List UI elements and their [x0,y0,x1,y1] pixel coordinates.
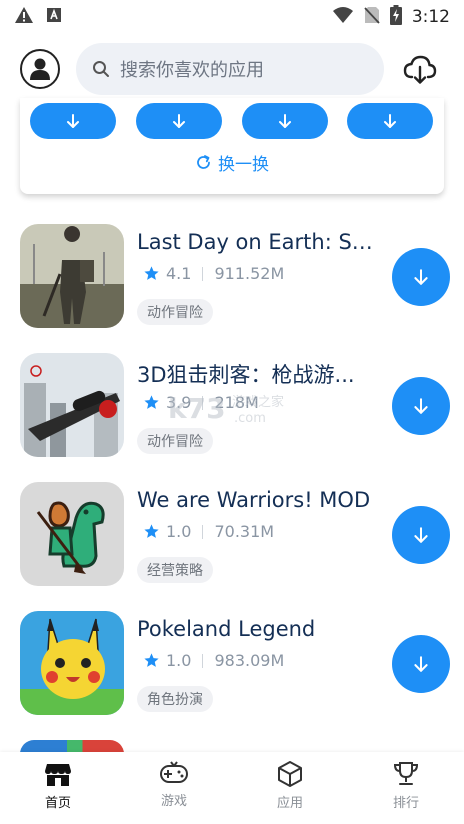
notification-a-icon [46,7,62,27]
status-bar: 3:12 [0,0,464,34]
app-icon-we-are-warriors [20,482,124,586]
svg-text:k73: k73 [168,392,226,425]
recommend-download-button[interactable] [347,103,433,139]
top-header: 搜索你喜欢的应用 [0,42,464,98]
arrow-down-icon [414,656,428,672]
app-list-item[interactable]: We are Warriors! MOD 1.0 70.31M 经营策略 [0,482,464,592]
star-icon [144,653,159,667]
search-icon [93,61,109,77]
app-meta: 1.0 70.31M [143,522,274,541]
no-sim-icon [364,6,380,28]
meta-divider [202,524,204,539]
watermark-logo: k73 游戏之家 .com [168,388,298,432]
search-bar[interactable]: 搜索你喜欢的应用 [76,43,384,95]
search-placeholder: 搜索你喜欢的应用 [120,60,264,81]
arrow-down-icon [173,114,185,128]
app-title: Pokeland Legend [137,617,316,641]
app-title: 3D狙击刺客：枪战游... [137,363,355,387]
nav-home[interactable]: 首页 [0,752,116,824]
app-icon-3d-sniper [20,353,124,457]
recommend-download-button[interactable] [242,103,328,139]
recommend-download-button[interactable] [30,103,116,139]
nav-games[interactable]: 游戏 [116,752,232,824]
app-meta: 1.0 983.09M [143,651,284,670]
app-size: 911.52M [214,264,285,283]
cube-icon [278,761,302,787]
app-meta: 4.1 911.52M [143,264,284,283]
app-size: 70.31M [214,522,275,541]
bottom-navigation: 首页 游戏 应用 排行 [0,752,464,824]
star-icon [144,395,159,409]
app-icon-pokeland-legend [20,611,124,715]
refresh-button[interactable]: 换一换 [20,150,444,175]
arrow-down-icon [414,269,428,285]
star-icon [144,266,159,280]
meta-divider [202,653,204,668]
arrow-down-icon [414,398,428,414]
download-button[interactable] [392,248,450,306]
app-category-tag: 动作冒险 [137,299,213,325]
app-title: Last Day on Earth: Su... [137,230,373,254]
app-category-tag: 角色扮演 [137,686,213,712]
nav-label: 排行 [392,796,419,811]
recommend-download-button[interactable] [136,103,222,139]
app-category-tag: 经营策略 [137,557,213,583]
status-time: 3:12 [411,7,450,27]
store-icon [45,764,71,786]
app-rating: 1.0 [166,651,192,670]
wifi-icon [332,6,354,28]
app-list-item[interactable]: Last Day on Earth: Su... 4.1 911.52M 动作冒… [0,224,464,334]
arrow-down-icon [67,114,79,128]
arrow-down-icon [279,114,291,128]
download-manager-button[interactable] [402,52,438,88]
svg-text:.com: .com [234,411,266,426]
app-rating: 4.1 [166,264,192,283]
download-button[interactable] [392,635,450,693]
arrow-down-icon [414,527,428,543]
cloud-download-icon [403,55,437,84]
app-size: 983.09M [214,651,285,670]
nav-label: 应用 [276,796,303,811]
nav-apps[interactable]: 应用 [232,752,348,824]
app-icon-last-day-on-earth [20,224,124,328]
svg-text:游戏之家: 游戏之家 [232,394,284,410]
user-avatar-button[interactable] [20,49,60,89]
meta-divider [202,266,204,281]
warning-icon [14,6,34,28]
user-icon [30,58,50,80]
download-button[interactable] [392,377,450,435]
nav-label: 首页 [44,796,71,811]
arrow-down-icon [384,114,396,128]
nav-ranking[interactable]: 排行 [348,752,464,824]
download-button[interactable] [392,506,450,564]
star-icon [144,524,159,538]
trophy-icon [393,762,419,785]
refresh-label: 换一换 [218,155,269,175]
gamepad-icon [160,761,188,783]
nav-label: 游戏 [160,794,187,809]
refresh-icon [197,155,210,169]
battery-charging-icon [389,5,402,29]
app-title: We are Warriors! MOD [137,488,371,512]
app-rating: 1.0 [166,522,192,541]
app-list-item[interactable]: Pokeland Legend 1.0 983.09M 角色扮演 [0,611,464,721]
recommend-card: 换一换 [20,98,444,194]
